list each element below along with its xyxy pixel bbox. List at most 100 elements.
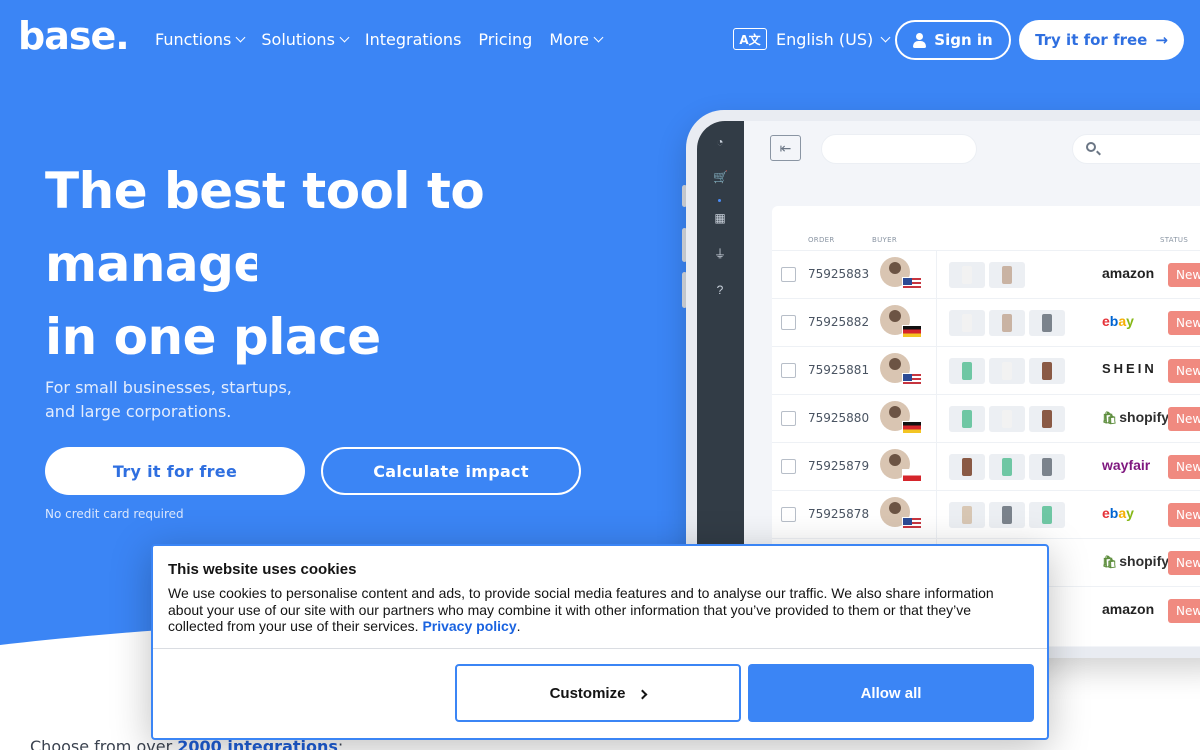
nav-item-more[interactable]: More: [549, 30, 604, 49]
product-shape: [1002, 362, 1012, 380]
language-selector[interactable]: A文 English (US): [733, 28, 891, 50]
order-number: 75925880: [808, 411, 870, 425]
plug-icon: ⏚: [713, 247, 726, 261]
chevron-down-icon: [235, 32, 246, 43]
country-flag-icon: [902, 517, 922, 530]
product-shape: [962, 362, 972, 380]
order-number: 75925879: [808, 459, 870, 473]
product-shape: [1042, 314, 1052, 332]
country-flag-icon: [902, 373, 922, 386]
arrow-right-icon: →: [1155, 31, 1168, 49]
row-checkbox[interactable]: [781, 459, 796, 474]
row-checkbox[interactable]: [781, 411, 796, 426]
column-divider: [936, 491, 937, 539]
ebay-letter: a: [1118, 505, 1127, 521]
nav-item-label: Solutions: [261, 30, 335, 49]
try-free-nav-button[interactable]: Try it for free →: [1019, 20, 1184, 60]
country-flag-icon: [902, 277, 922, 290]
mockup-search-field: [1072, 134, 1200, 164]
nav-item-label: More: [549, 30, 590, 49]
col-header-status: STATUS: [1160, 236, 1189, 244]
order-number: 75925882: [808, 315, 870, 329]
table-row[interactable]: 75925881 SHEIN New: [772, 346, 1200, 395]
order-number: 75925881: [808, 363, 870, 377]
calculate-impact-button[interactable]: Calculate impact: [321, 447, 581, 495]
product-shape: [1042, 410, 1052, 428]
order-number: 75925883: [808, 267, 870, 281]
cookie-title: This website uses cookies: [168, 561, 357, 578]
table-row[interactable]: 75925879 wayfair New: [772, 442, 1200, 491]
row-checkbox[interactable]: [781, 507, 796, 522]
mockup-filter-pill: [821, 134, 977, 164]
table-row[interactable]: 75925878 ebay New: [772, 490, 1200, 539]
hero-headline: The best tool to manage e in one place: [45, 155, 485, 374]
status-badge: New: [1168, 599, 1200, 623]
product-shape: [1002, 506, 1012, 524]
ebay-letter: e: [1102, 505, 1110, 521]
product-thumbnail: [989, 502, 1025, 528]
column-divider: [936, 395, 937, 443]
product-shape: [1042, 506, 1052, 524]
nav-item-solutions[interactable]: Solutions: [261, 30, 350, 49]
nav-item-integrations[interactable]: Integrations: [365, 30, 462, 49]
subtext-line-1: For small businesses, startups,: [45, 378, 292, 397]
privacy-policy-link[interactable]: Privacy policy: [422, 618, 516, 634]
warehouse-icon: ▦: [714, 211, 726, 225]
cookie-period: .: [516, 618, 521, 634]
row-checkbox[interactable]: [781, 267, 796, 282]
table-row[interactable]: 75925882 ebay New: [772, 298, 1200, 347]
product-thumbnail: [949, 262, 985, 288]
ebay-letter: e: [1102, 313, 1110, 329]
nav-item-label: Functions: [155, 30, 232, 49]
marketplace-logo: ebay: [1102, 313, 1134, 329]
row-checkbox[interactable]: [781, 315, 796, 330]
ebay-letter: a: [1118, 313, 1127, 329]
column-divider: [936, 299, 937, 347]
status-badge: New: [1168, 551, 1200, 575]
column-divider: [936, 251, 937, 299]
column-divider: [936, 347, 937, 395]
product-shape: [962, 410, 972, 428]
nav-item-pricing[interactable]: Pricing: [478, 30, 532, 49]
product-shape: [962, 266, 972, 284]
nav-item-functions[interactable]: Functions: [155, 30, 246, 49]
marketplace-logo: amazon: [1102, 601, 1155, 617]
marketplace-logo: shopify: [1102, 553, 1169, 569]
product-shape: [962, 458, 972, 476]
cookie-body: We use cookies to personalise content an…: [168, 585, 1028, 635]
active-indicator: [718, 199, 721, 202]
row-checkbox[interactable]: [781, 363, 796, 378]
product-thumbnail: [949, 310, 985, 336]
base-logo[interactable]: base.: [18, 14, 130, 58]
chevron-down-icon: [593, 32, 604, 43]
top-navigation: base. Functions Solutions Integrations P…: [0, 0, 1200, 80]
sign-in-button[interactable]: Sign in: [895, 20, 1011, 60]
product-shape: [1042, 458, 1052, 476]
product-thumbnail: [949, 406, 985, 432]
product-thumbnail: [989, 406, 1025, 432]
help-icon: ?: [716, 283, 724, 297]
column-divider: [936, 443, 937, 491]
collapse-sidebar-icon: ⇤: [770, 135, 801, 161]
product-shape: [962, 506, 972, 524]
cart-icon: 🛒: [713, 170, 728, 184]
product-thumbnail: [989, 454, 1025, 480]
search-icon: [1086, 142, 1096, 152]
product-shape: [1002, 458, 1012, 476]
try-free-hero-button[interactable]: Try it for free: [45, 447, 305, 495]
customize-button[interactable]: Customize: [455, 664, 741, 722]
allow-all-button[interactable]: Allow all: [748, 664, 1034, 722]
translate-icon: A文: [733, 28, 767, 50]
chevron-down-icon: [880, 32, 891, 42]
product-shape: [1002, 266, 1012, 284]
marketplace-logo: ebay: [1102, 505, 1134, 521]
country-flag-icon: [902, 469, 922, 482]
product-thumbnail: [949, 502, 985, 528]
cookie-body-text: We use cookies to personalise content an…: [168, 585, 994, 634]
product-shape: [962, 314, 972, 332]
hero-subtext: For small businesses, startups, and larg…: [45, 376, 345, 424]
marketplace-logo: shopify: [1102, 409, 1169, 425]
table-row[interactable]: 75925880 shopifyNew: [772, 394, 1200, 443]
table-row[interactable]: 75925883 amazon New: [772, 250, 1200, 299]
marketplace-logo: SHEIN: [1102, 361, 1157, 376]
